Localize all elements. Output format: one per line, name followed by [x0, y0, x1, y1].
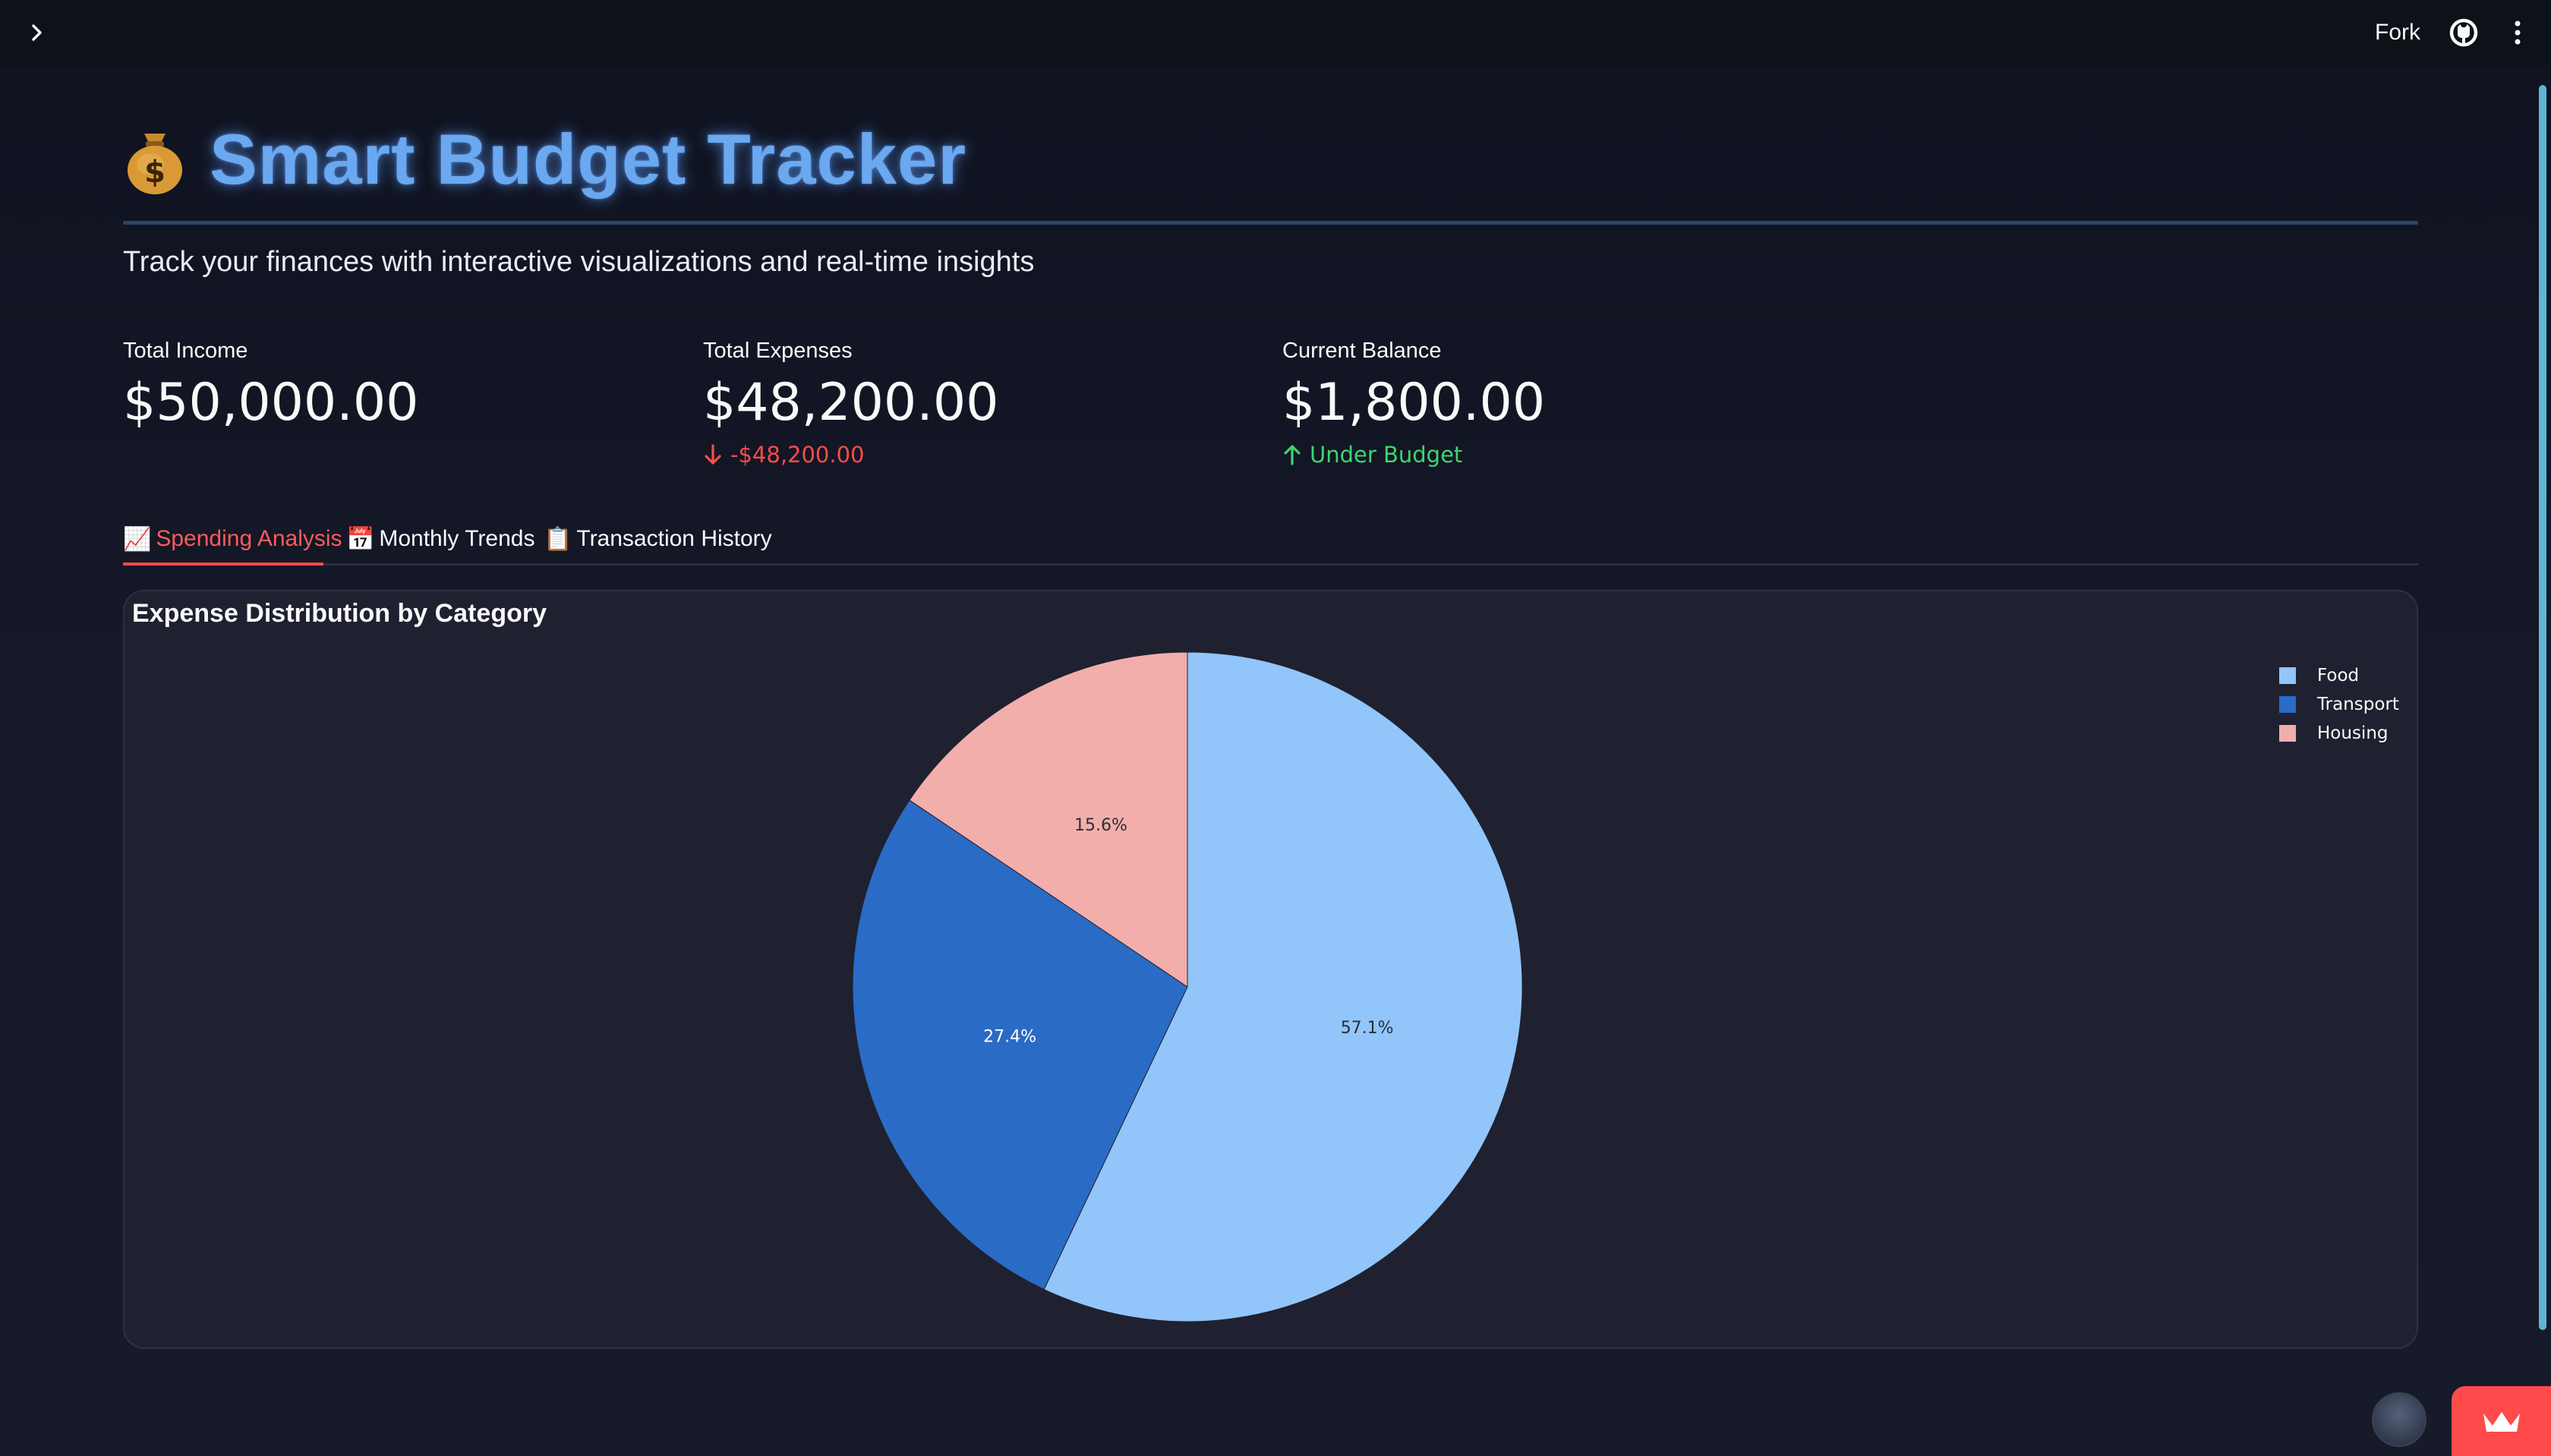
legend-label: Transport [2317, 695, 2399, 714]
tab-spending-analysis[interactable]: 📈 Spending Analysis [123, 518, 342, 560]
kebab-menu-icon [2515, 20, 2521, 45]
tab-label: Spending Analysis [156, 526, 342, 551]
tab-label: Transaction History [576, 526, 772, 551]
expand-sidebar-button[interactable] [21, 17, 53, 49]
streamlit-badge-button[interactable] [2452, 1386, 2551, 1456]
legend-item-food[interactable]: Food [2279, 661, 2399, 690]
legend-label: Housing [2317, 723, 2389, 743]
page-subtitle: Track your finances with interactive vis… [123, 246, 1035, 278]
top-bar: Fork [0, 0, 2551, 65]
avatar[interactable] [2372, 1392, 2426, 1447]
tab-bar: 📈 Spending Analysis 📅 Monthly Trends 📋 T… [123, 513, 2418, 566]
legend-swatch [2279, 725, 2296, 742]
chart-increasing-icon: 📈 [123, 526, 152, 552]
clipboard-icon: 📋 [544, 526, 572, 552]
money-bag-icon: $ [128, 134, 182, 194]
arrow-down-icon [705, 444, 721, 465]
chart-legend: Food Transport Housing [2279, 661, 2399, 748]
github-button[interactable] [2448, 17, 2480, 49]
tab-monthly-trends[interactable]: 📅 Monthly Trends [346, 518, 534, 560]
fork-button[interactable]: Fork [2375, 17, 2420, 49]
active-tab-indicator [123, 563, 323, 566]
pie-slice-label: 57.1% [1341, 1019, 1394, 1038]
page-title: Smart Budget Tracker [210, 119, 966, 199]
pie-slice-label: 27.4% [983, 1027, 1036, 1046]
arrow-up-icon [1284, 445, 1301, 465]
pie-chart[interactable]: 57.1% 27.4% 15.6% [125, 591, 2417, 1347]
metric-value: $50,000.00 [123, 373, 419, 433]
legend-swatch [2279, 696, 2296, 713]
chart-panel: Expense Distribution by Category 57.1% 27… [123, 590, 2418, 1349]
metric-total-expenses: Total Expenses $48,200.00 -$48,200.00 [703, 339, 998, 468]
page-scrollbar[interactable] [2539, 85, 2546, 1330]
metric-current-balance: Current Balance $1,800.00 Under Budget [1282, 339, 1545, 468]
page-header: $ Smart Budget Tracker [123, 114, 966, 205]
title-divider [123, 221, 2418, 225]
metric-value: $1,800.00 [1282, 373, 1546, 433]
legend-item-transport[interactable]: Transport [2279, 690, 2399, 719]
calendar-icon: 📅 [346, 526, 375, 552]
legend-swatch [2279, 667, 2296, 684]
metric-label: Total Expenses [703, 339, 853, 363]
github-icon [2449, 18, 2478, 47]
metric-delta: -$48,200.00 [703, 442, 998, 468]
metric-delta-text: Under Budget [1310, 442, 1463, 468]
metric-delta: Under Budget [1282, 442, 1545, 468]
tab-transaction-history[interactable]: 📋 Transaction History [544, 518, 772, 560]
metric-delta-text: -$48,200.00 [730, 442, 865, 468]
main-menu-button[interactable] [2502, 17, 2533, 49]
metric-value: $48,200.00 [703, 373, 999, 433]
pie-slice-label: 15.6% [1074, 816, 1127, 835]
legend-label: Food [2317, 666, 2360, 685]
tab-label: Monthly Trends [379, 526, 535, 551]
svg-text:$: $ [144, 155, 166, 190]
legend-item-housing[interactable]: Housing [2279, 719, 2399, 748]
crown-icon [2483, 1412, 2520, 1432]
metric-total-income: Total Income $50,000.00 [123, 339, 418, 433]
metric-label: Current Balance [1282, 339, 1442, 363]
metric-label: Total Income [123, 339, 248, 363]
chevron-right-icon [32, 24, 42, 41]
